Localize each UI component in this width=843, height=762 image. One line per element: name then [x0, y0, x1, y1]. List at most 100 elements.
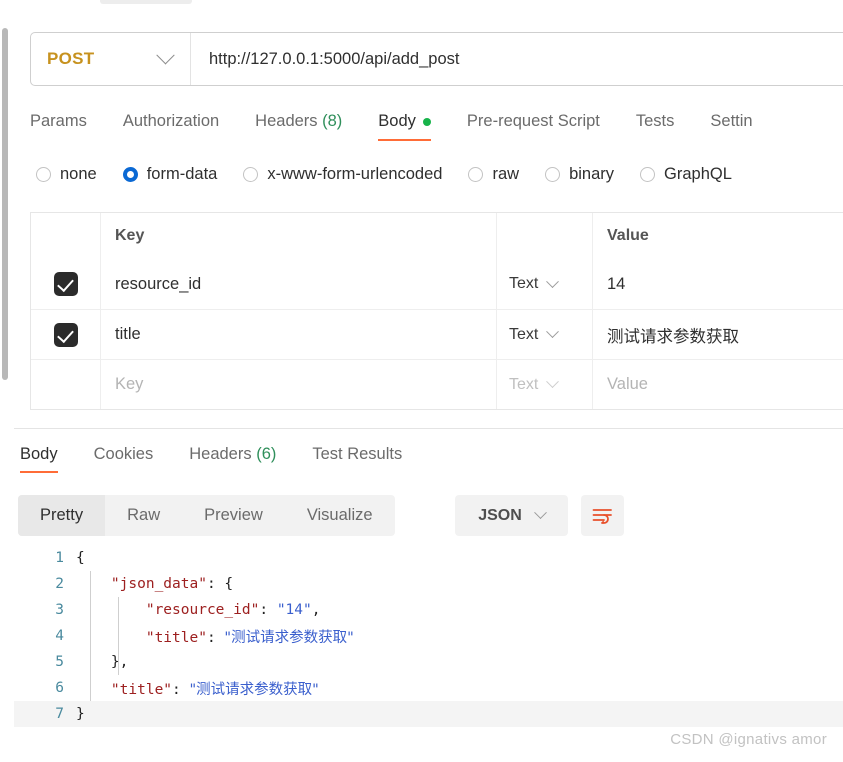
- tab-label: Params: [30, 112, 87, 130]
- line-number: 5: [55, 654, 64, 670]
- tab-label: Headers: [189, 445, 252, 463]
- code-line: 7}: [14, 701, 843, 727]
- code-token: "json_data": [110, 576, 207, 592]
- radio-icon: [640, 167, 656, 182]
- radio-label: raw: [492, 165, 520, 183]
- response-tab-headers[interactable]: Headers (6): [189, 441, 276, 473]
- url-input[interactable]: http://127.0.0.1:5000/api/add_post: [191, 33, 843, 85]
- code-token: ,: [311, 602, 321, 618]
- request-tab-pre-request-script[interactable]: Pre-request Script: [467, 108, 600, 141]
- code-text: "title": "测试请求参数获取": [76, 626, 354, 647]
- tab-label: Authorization: [122, 112, 220, 130]
- request-tab-headers[interactable]: Headers (8): [255, 108, 342, 141]
- row-type-selector[interactable]: Text: [497, 259, 593, 309]
- tab-label: Tests: [635, 112, 675, 130]
- body-type-radio-group: none form-data x-www-form-urlencoded raw bin…: [36, 165, 758, 184]
- header-check-cell: [31, 213, 101, 259]
- radio-label: none: [60, 165, 97, 183]
- tab-label: Test Results: [312, 445, 403, 463]
- top-tab-stub: [100, 0, 192, 4]
- response-tab-test-results[interactable]: Test Results: [312, 441, 402, 473]
- response-body-json-viewer[interactable]: 1{2 "json_data": {3 "resource_id": "14",…: [14, 545, 843, 745]
- code-text: "title": "测试请求参数获取": [76, 678, 319, 699]
- chevron-down-icon: [533, 506, 547, 520]
- body-type-radio-x-www-form-urlencoded[interactable]: x-www-form-urlencoded: [243, 165, 442, 184]
- body-type-radio-binary[interactable]: binary: [545, 165, 614, 184]
- tab-label: Settin: [710, 112, 753, 130]
- key-input[interactable]: title: [101, 310, 497, 359]
- response-tab-body[interactable]: Body: [20, 441, 58, 473]
- code-token: }: [76, 706, 85, 722]
- body-modified-dot-icon: [422, 117, 431, 126]
- method-selector[interactable]: POST: [31, 33, 191, 85]
- code-token: "title": [110, 681, 173, 698]
- row-type-selector[interactable]: Text: [497, 360, 593, 409]
- request-tab-params[interactable]: Params: [30, 108, 87, 141]
- form-data-table: Key Value resource_id Text 14 title Text 测试请求…: [30, 212, 843, 410]
- body-type-radio-form-data[interactable]: form-data: [122, 165, 217, 184]
- radio-icon: [243, 167, 259, 182]
- code-token: "14": [276, 602, 312, 618]
- table-row: Key Text Value: [31, 359, 843, 409]
- code-token: "测试请求参数获取": [224, 629, 354, 646]
- row-checkbox[interactable]: [53, 272, 78, 296]
- value-text: 测试请求参数获取: [607, 326, 739, 346]
- row-type-selector[interactable]: Text: [497, 310, 593, 359]
- value-input[interactable]: 14: [593, 259, 843, 309]
- request-tab-authorization[interactable]: Authorization: [123, 108, 219, 141]
- row-enable-cell: [31, 259, 101, 309]
- header-key-cell: Key: [101, 213, 497, 259]
- view-mode-visualize[interactable]: Visualize: [285, 495, 395, 536]
- line-number: 6: [55, 680, 64, 696]
- body-type-radio-raw[interactable]: raw: [468, 165, 519, 184]
- response-tab-cookies[interactable]: Cookies: [94, 441, 154, 473]
- key-input[interactable]: Key: [101, 360, 497, 409]
- body-type-radio-none[interactable]: none: [36, 165, 97, 184]
- chevron-down-icon: [546, 375, 560, 389]
- tab-label: Headers: [255, 112, 318, 130]
- table-row: resource_id Text 14: [31, 259, 843, 309]
- value-input[interactable]: 测试请求参数获取: [593, 310, 843, 359]
- request-tab-settin[interactable]: Settin: [710, 108, 752, 141]
- radio-icon: [36, 167, 51, 182]
- code-line: 4 "title": "测试请求参数获取": [14, 623, 843, 649]
- tab-label: Body: [378, 112, 416, 130]
- column-header-value: Value: [607, 227, 649, 244]
- value-text: Value: [607, 375, 648, 393]
- panel-divider: [14, 428, 843, 429]
- request-tab-body[interactable]: Body: [378, 108, 431, 141]
- view-mode-pretty[interactable]: Pretty: [18, 495, 106, 536]
- view-mode-preview[interactable]: Preview: [182, 495, 285, 536]
- code-text: "resource_id": "14",: [76, 602, 321, 618]
- row-type-label: Text: [509, 375, 539, 393]
- wrap-text-button[interactable]: [581, 495, 624, 536]
- body-type-radio-graphql[interactable]: GraphQL: [640, 165, 732, 184]
- row-enable-cell: [31, 360, 101, 409]
- header-type-cell: [497, 213, 593, 259]
- key-text: resource_id: [115, 274, 202, 293]
- table-header-row: Key Value: [31, 213, 843, 259]
- left-scrollbar[interactable]: [0, 0, 10, 762]
- line-number: 3: [55, 602, 64, 618]
- line-number: 7: [55, 706, 64, 722]
- view-mode-raw[interactable]: Raw: [105, 495, 182, 536]
- request-tab-bar: Params Authorization Headers (8) Body Pre-re…: [30, 108, 843, 152]
- left-scrollbar-thumb[interactable]: [2, 28, 8, 380]
- code-text: }: [76, 706, 85, 722]
- code-line: 2 "json_data": {: [14, 571, 843, 597]
- key-input[interactable]: resource_id: [101, 259, 497, 309]
- tab-count-badge: (6): [251, 445, 277, 463]
- line-number: 1: [55, 550, 64, 566]
- code-token: {: [76, 550, 85, 566]
- code-line: 6 "title": "测试请求参数获取": [14, 675, 843, 701]
- method-label: POST: [47, 49, 95, 68]
- response-format-selector[interactable]: JSON: [455, 495, 568, 536]
- key-text: title: [115, 325, 141, 343]
- header-value-cell: Value: [593, 213, 843, 259]
- code-text: "json_data": {: [76, 576, 233, 592]
- request-tab-tests[interactable]: Tests: [636, 108, 675, 141]
- code-line: 3 "resource_id": "14",: [14, 597, 843, 623]
- radio-label: binary: [569, 165, 615, 183]
- value-input[interactable]: Value: [593, 360, 843, 409]
- row-checkbox[interactable]: [53, 322, 78, 347]
